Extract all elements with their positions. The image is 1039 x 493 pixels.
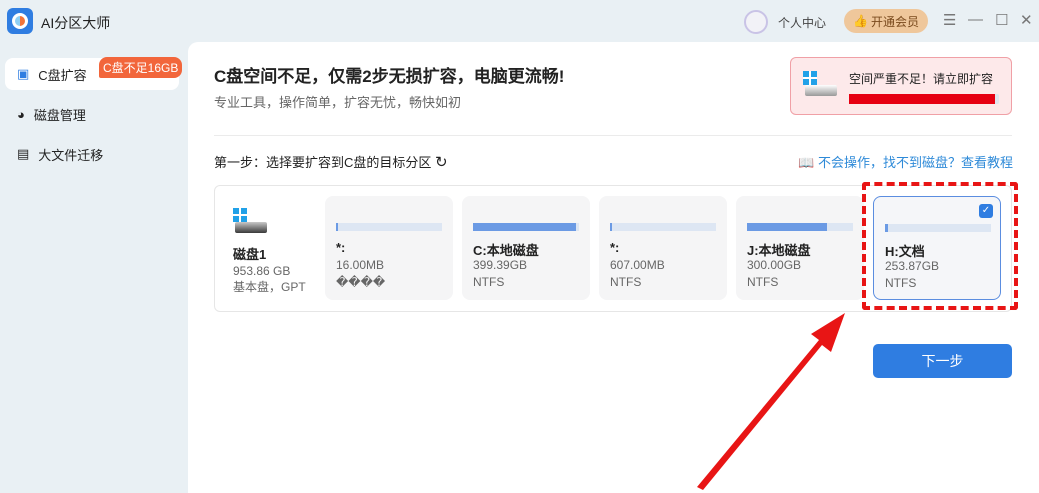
annotation-arrow-icon	[697, 313, 845, 490]
